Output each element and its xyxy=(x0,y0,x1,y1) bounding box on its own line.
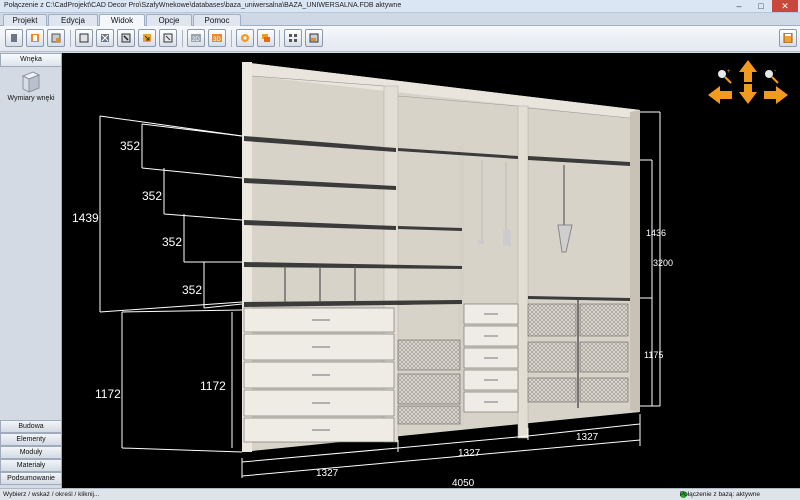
dim-1439: 1439 xyxy=(72,211,99,225)
wardrobe-3d-render: 352 352 352 352 1439 1172 1172 1436 3200… xyxy=(72,60,788,488)
zoom-out-icon[interactable]: - xyxy=(765,68,779,84)
niche-cube-icon xyxy=(21,71,41,93)
export-icon[interactable] xyxy=(305,29,323,47)
middle-baskets xyxy=(397,339,461,425)
sidebar-button-elementy[interactable]: Elementy xyxy=(0,433,62,446)
box-icon[interactable] xyxy=(75,29,93,47)
sidebar: Wnęka Wymiary wnęki Budowa Elementy Modu… xyxy=(0,53,62,488)
partition xyxy=(517,105,529,439)
dim-3200: 3200 xyxy=(653,258,673,268)
toolbar: 2D 3D xyxy=(0,26,800,52)
shelf-icon[interactable] xyxy=(117,29,135,47)
dim-1327-3: 1327 xyxy=(576,432,599,443)
drawer-icon[interactable] xyxy=(96,29,114,47)
toolbar-separator xyxy=(231,30,232,47)
status-hint: Wybierz / wskaż / określ / kliknij... xyxy=(3,491,100,498)
sidebar-button-moduly[interactable]: Moduły xyxy=(0,446,62,459)
tab-pomoc[interactable]: Pomoc xyxy=(193,14,241,26)
sidebar-item-label: Wymiary wnęki xyxy=(7,95,55,102)
svg-text:3D: 3D xyxy=(213,37,221,43)
dim-1327-1: 1327 xyxy=(316,468,339,479)
svg-text:+: + xyxy=(727,69,731,75)
dim-1172-inner: 1172 xyxy=(200,379,226,393)
cabinet-icon[interactable] xyxy=(26,29,44,47)
sidebar-button-budowa[interactable]: Budowa xyxy=(0,420,62,433)
minimize-button[interactable]: – xyxy=(728,0,750,12)
title-bar: Połączenie z C:\CadProjekt\CAD Decor Pro… xyxy=(0,0,800,13)
partition xyxy=(383,85,399,443)
sidebar-item-wymiary-wneki[interactable]: Wymiary wnęki xyxy=(4,71,58,119)
dim-1172-outer: 1172 xyxy=(95,387,121,401)
view-navigation: + - xyxy=(708,60,788,104)
menu-tabs: Projekt Edycja Widok Opcje Pomoc xyxy=(0,13,800,27)
zoom-in-icon[interactable]: + xyxy=(718,69,732,84)
tab-opcje[interactable]: Opcje xyxy=(146,14,192,26)
window-title: Połączenie z C:\CadProjekt\CAD Decor Pro… xyxy=(4,2,402,9)
wardrobe-right-side xyxy=(630,110,640,412)
dim-352-2: 352 xyxy=(142,189,162,203)
grid-icon[interactable] xyxy=(284,29,302,47)
3d-viewport[interactable]: 352 352 352 352 1439 1172 1172 1436 3200… xyxy=(62,53,800,488)
left-dimension-lines xyxy=(99,115,243,453)
calculator-icon[interactable] xyxy=(779,29,797,47)
toolbar-separator xyxy=(70,30,71,47)
dim-1175: 1175 xyxy=(644,350,663,360)
toolbar-separator xyxy=(279,30,280,47)
maximize-button[interactable]: □ xyxy=(750,0,772,12)
svg-text:2D: 2D xyxy=(192,37,200,43)
arrow-down-icon[interactable] xyxy=(739,84,757,104)
dim-4050: 4050 xyxy=(452,478,475,488)
dim-352-4: 352 xyxy=(182,283,202,297)
3d-view-icon[interactable]: 3D xyxy=(208,29,226,47)
panel-icon[interactable] xyxy=(47,29,65,47)
dim-1436: 1436 xyxy=(646,228,666,238)
arrow-frame-icon[interactable] xyxy=(138,29,156,47)
sidebar-button-podsumowanie[interactable]: Podsumowanie xyxy=(0,472,62,485)
toolbar-separator xyxy=(182,30,183,47)
tab-projekt[interactable]: Projekt xyxy=(3,14,47,26)
arrow-up-icon[interactable] xyxy=(739,60,757,82)
tab-edycja[interactable]: Edycja xyxy=(48,14,98,26)
status-bar: Wybierz / wskaż / określ / kliknij... Po… xyxy=(0,488,800,500)
settings-icon[interactable] xyxy=(236,29,254,47)
2d-view-icon[interactable]: 2D xyxy=(187,29,205,47)
frame-icon[interactable] xyxy=(159,29,177,47)
dim-352-1: 352 xyxy=(120,139,140,153)
arrow-right-icon[interactable] xyxy=(764,86,788,104)
layers-icon[interactable] xyxy=(257,29,275,47)
door-icon[interactable] xyxy=(5,29,23,47)
svg-text:-: - xyxy=(774,68,777,75)
sidebar-button-materialy[interactable]: Materiały xyxy=(0,459,62,472)
dim-352-3: 352 xyxy=(162,235,182,249)
dim-1327-2: 1327 xyxy=(458,448,481,459)
left-drawers xyxy=(243,307,395,443)
sidebar-header[interactable]: Wnęka xyxy=(0,53,62,67)
arrow-left-icon[interactable] xyxy=(708,86,732,104)
connection-status: Połączenie z bazą: aktywne xyxy=(679,491,760,498)
middle-drawers xyxy=(463,303,519,413)
close-button[interactable]: ✕ xyxy=(772,0,798,12)
